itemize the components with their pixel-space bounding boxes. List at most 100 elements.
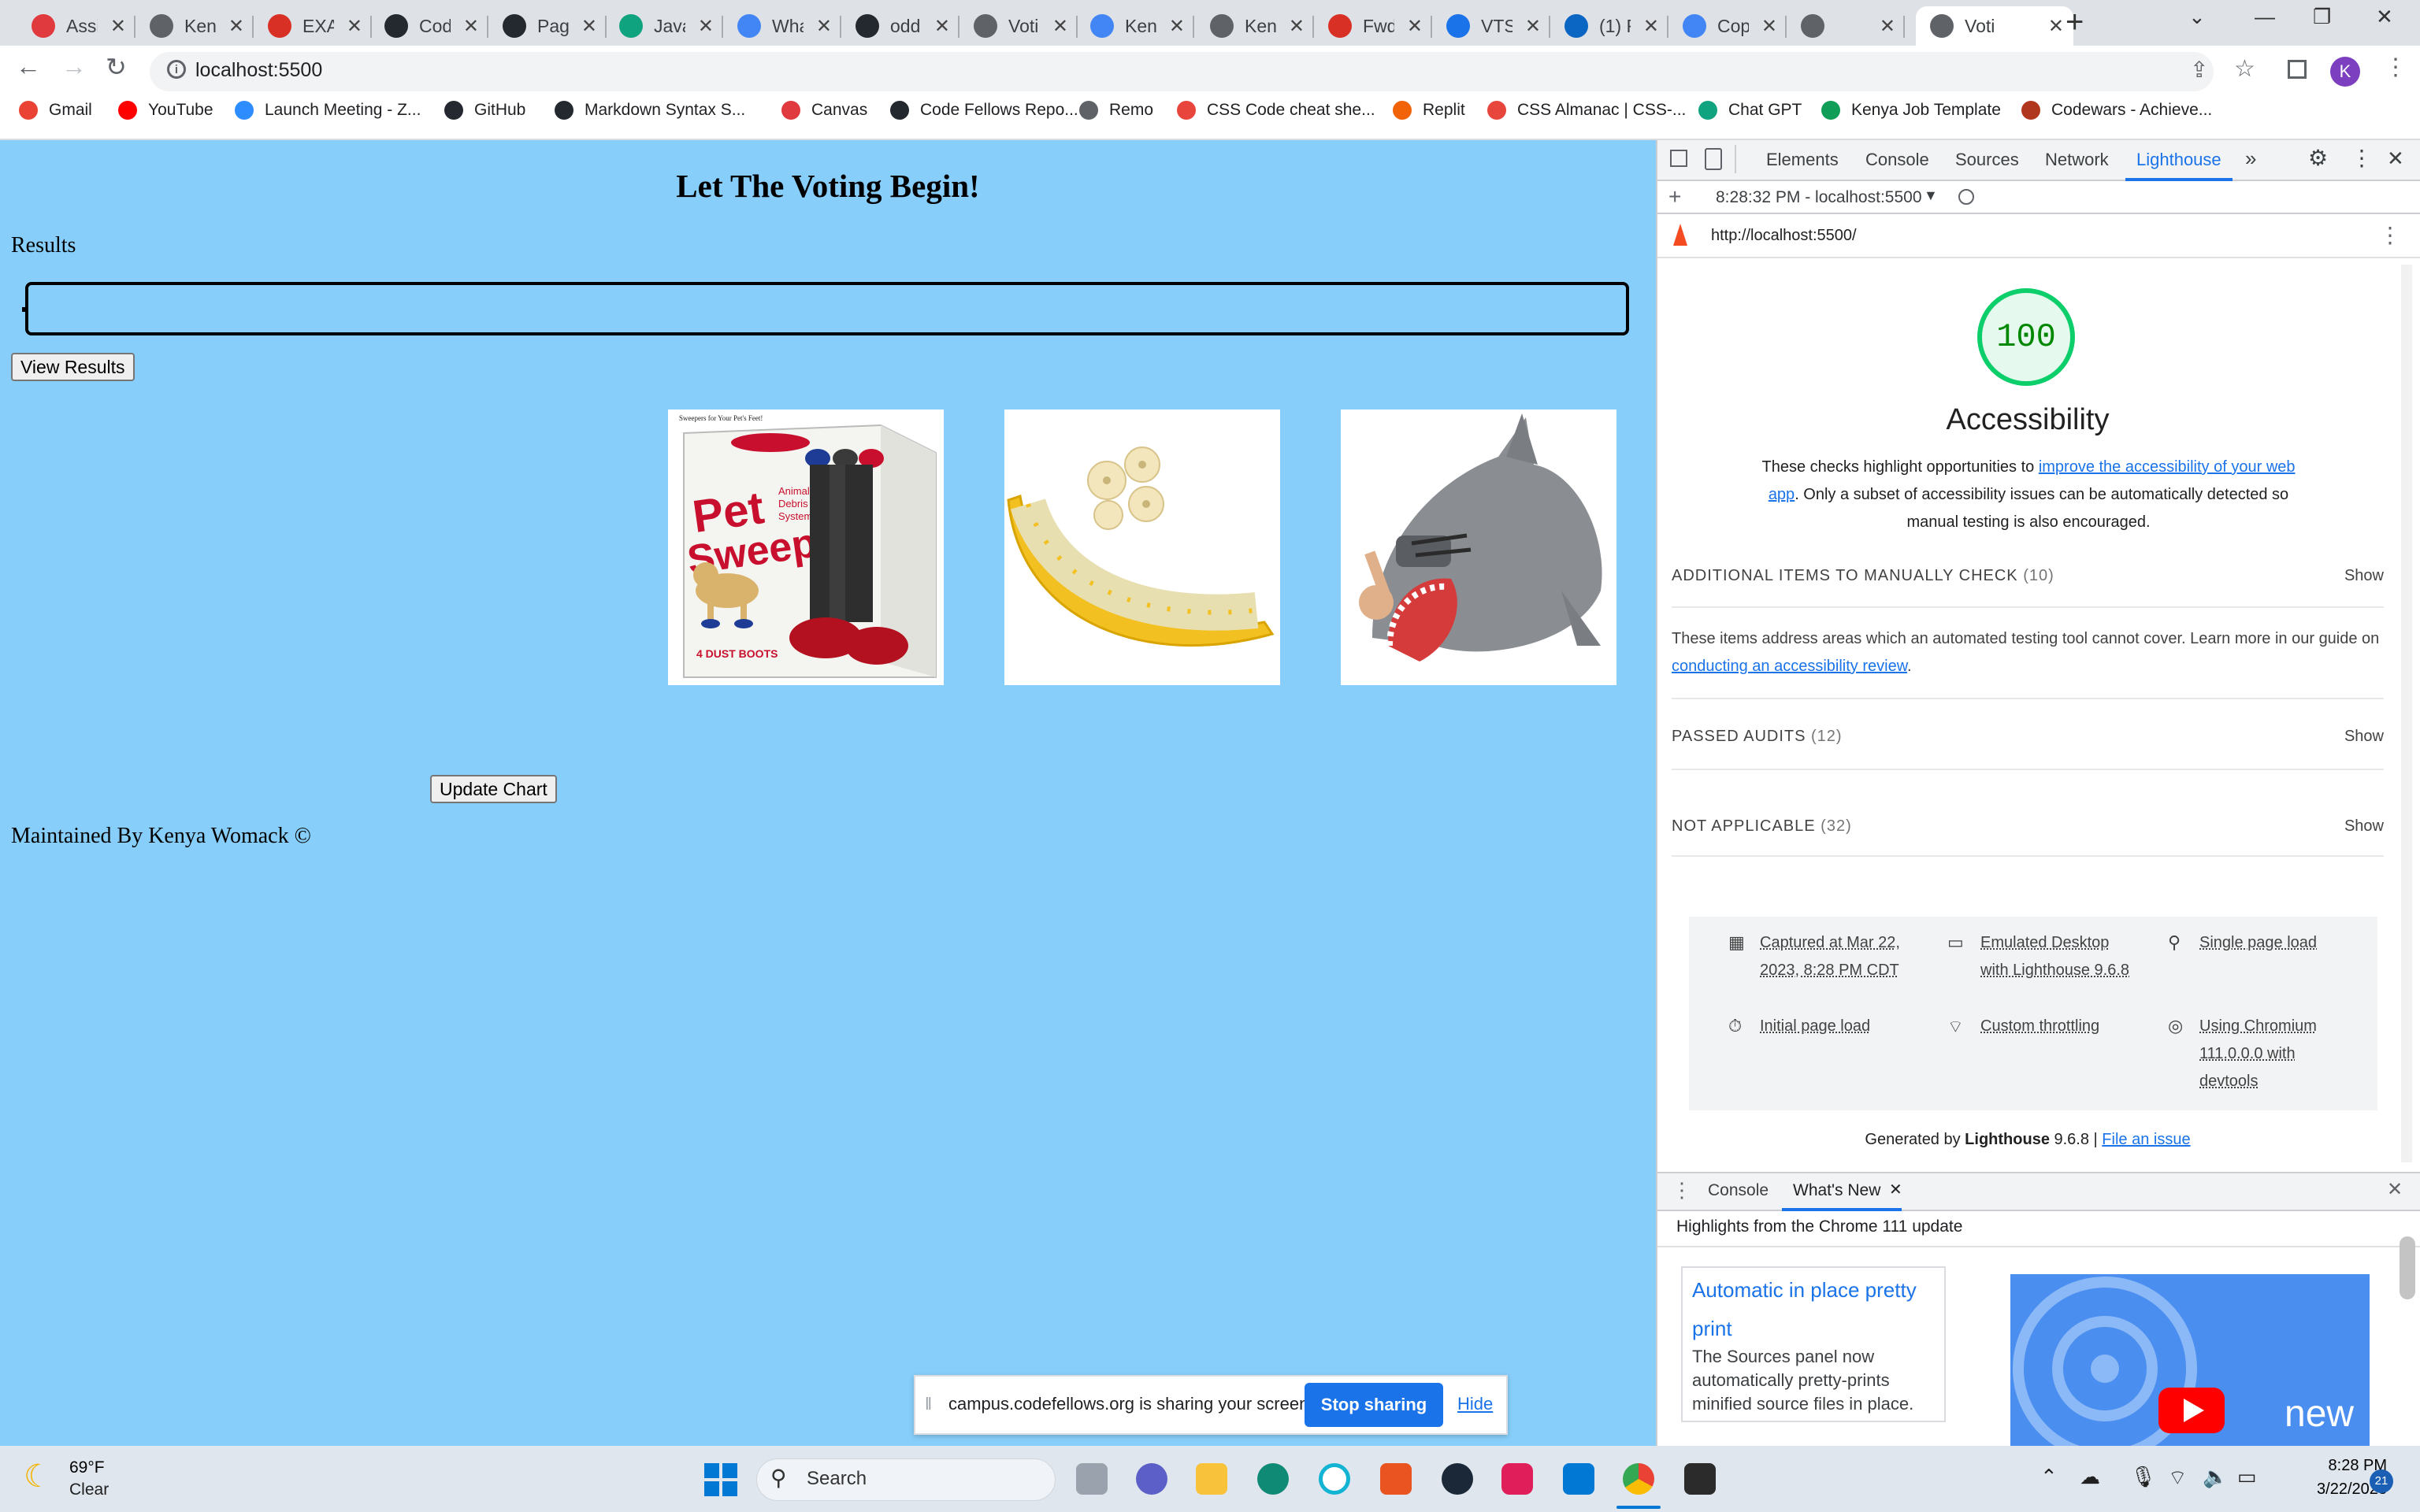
product-image-shark-sleeping-bag[interactable] [1341, 410, 1616, 685]
close-window-button[interactable]: ✕ [2376, 5, 2393, 29]
bookmark-item[interactable]: Canvas [781, 101, 867, 120]
browser-tab[interactable]: Code ✕ [370, 6, 488, 46]
close-drawer-icon[interactable]: ✕ [2387, 1178, 2403, 1201]
edge-icon[interactable] [1257, 1463, 1289, 1495]
bookmark-item[interactable]: Chat GPT [1698, 101, 1802, 120]
browser-tab[interactable]: Voti ✕ [1916, 6, 2073, 46]
back-arrow-icon[interactable]: ← [16, 52, 41, 81]
tab-close-icon[interactable]: ✕ [934, 15, 950, 38]
minimize-button[interactable]: — [2255, 5, 2275, 29]
devtools-tab-sources[interactable]: Sources [1955, 150, 2019, 170]
bookmark-item[interactable]: CSS Code cheat she... [1177, 101, 1375, 120]
tab-close-icon[interactable]: ✕ [1643, 15, 1659, 38]
slack-icon[interactable] [1501, 1463, 1533, 1495]
show-toggle[interactable]: Show [2344, 567, 2384, 585]
tab-close-icon[interactable]: ✕ [698, 15, 714, 38]
browser-tab[interactable]: VTS ✕ [1432, 6, 1550, 46]
chrome-menu-icon[interactable]: ⋮ [2384, 54, 2407, 81]
drawer-menu-icon[interactable]: ⋮ [1672, 1178, 1692, 1203]
browser-tab[interactable]: Cop ✕ [1668, 6, 1787, 46]
profile-avatar[interactable]: K [2330, 57, 2360, 87]
tab-close-icon[interactable]: ✕ [228, 15, 244, 38]
browser-tab[interactable]: (1) F ✕ [1550, 6, 1668, 46]
site-info-icon[interactable]: i [167, 60, 186, 79]
report-selector[interactable]: 8:28:32 PM - localhost:5500 [1716, 188, 1922, 207]
task-view-icon[interactable] [1076, 1463, 1108, 1495]
restore-button[interactable]: ❐ [2313, 5, 2331, 29]
lighthouse-scrollbar[interactable] [2401, 265, 2412, 1162]
browser-tab[interactable]: Assi ✕ [17, 6, 135, 46]
terminal-icon[interactable] [1684, 1463, 1716, 1495]
taskbar-search-box[interactable] [756, 1458, 1056, 1501]
settings-gear-icon[interactable]: ⚙ [2308, 145, 2328, 171]
devtools-menu-icon[interactable]: ⋮ [2351, 145, 2373, 171]
tab-close-icon[interactable]: ✕ [1525, 15, 1541, 38]
devtools-tab-console[interactable]: Console [1865, 150, 1929, 170]
new-report-plus-icon[interactable]: + [1668, 184, 1681, 209]
tab-close-icon[interactable]: ✕ [463, 15, 479, 38]
new-tab-button[interactable]: + [2066, 6, 2084, 38]
chat-icon[interactable] [1136, 1463, 1167, 1495]
bookmark-item[interactable]: Codewars - Achieve... [2021, 101, 2212, 120]
onedrive-icon[interactable]: ☁ [2080, 1465, 2100, 1489]
stop-sharing-button[interactable]: Stop sharing [1305, 1383, 1443, 1427]
tab-close-icon[interactable]: ✕ [1169, 15, 1185, 38]
weather-temperature[interactable]: 69°F [69, 1458, 105, 1477]
reload-icon[interactable]: ↻ [106, 52, 127, 82]
more-tabs-chevron-icon[interactable]: » [2245, 146, 2256, 171]
browser-tab[interactable]: ✕ [1787, 6, 1905, 46]
devtools-tab-network[interactable]: Network [2045, 150, 2109, 170]
tab-close-icon[interactable]: ✕ [2048, 15, 2064, 38]
bookmark-item[interactable]: Launch Meeting - Z... [235, 101, 421, 120]
devtools-tab-elements[interactable]: Elements [1766, 150, 1839, 170]
tab-close-icon[interactable]: ✕ [816, 15, 832, 38]
weather-condition[interactable]: Clear [69, 1480, 109, 1499]
not-applicable-section[interactable]: NOT APPLICABLE (32) Show [1672, 817, 2384, 836]
bookmark-item[interactable]: GitHub [444, 101, 525, 120]
bookmark-item[interactable]: Code Fellows Repo... [890, 101, 1078, 120]
vscode-icon[interactable] [1563, 1463, 1594, 1495]
tab-close-icon[interactable]: ✕ [347, 15, 362, 38]
browser-tab[interactable]: Voti ✕ [959, 6, 1078, 46]
close-devtools-icon[interactable]: ✕ [2387, 146, 2404, 171]
browser-tab[interactable]: Fwd ✕ [1314, 6, 1432, 46]
tab-search-chevron-icon[interactable]: ⌄ [2188, 5, 2206, 29]
clear-reports-icon[interactable] [1958, 189, 1974, 205]
report-selector-caret-icon[interactable]: ▼ [1924, 187, 1938, 204]
product-image-banana-slicer[interactable] [1004, 410, 1280, 685]
file-issue-link[interactable]: File an issue [2102, 1131, 2190, 1148]
accessibility-review-link[interactable]: conducting an accessibility review [1672, 658, 1907, 675]
close-tab-icon[interactable]: ✕ [1889, 1180, 1902, 1199]
bookmark-item[interactable]: Replit [1393, 101, 1465, 120]
tab-close-icon[interactable]: ✕ [1407, 15, 1423, 38]
ubuntu-icon[interactable] [1380, 1463, 1412, 1495]
bookmark-item[interactable]: Kenya Job Template [1821, 101, 2001, 120]
browser-tab[interactable]: Keny ✕ [135, 6, 254, 46]
hide-share-bar-link[interactable]: Hide [1457, 1394, 1493, 1414]
tab-close-icon[interactable]: ✕ [1289, 15, 1305, 38]
whats-new-scrollbar[interactable] [2400, 1236, 2415, 1299]
product-image-pet-sweep[interactable]: Sweepers for Your Pet's Feet! Pet Sweep … [668, 410, 944, 685]
tab-close-icon[interactable]: ✕ [110, 15, 126, 38]
tab-close-icon[interactable]: ✕ [1880, 15, 1895, 38]
browser-tab[interactable]: odd ✕ [841, 6, 959, 46]
browser-tab[interactable]: Page ✕ [488, 6, 607, 46]
wifi-icon[interactable]: ⌔ [2168, 1465, 2187, 1491]
tab-close-icon[interactable]: ✕ [1761, 15, 1777, 38]
cortana-icon[interactable] [1319, 1463, 1350, 1495]
address-bar[interactable] [150, 52, 2214, 91]
bookmark-item[interactable]: Gmail [19, 101, 92, 120]
show-toggle[interactable]: Show [2344, 728, 2384, 746]
bookmark-item[interactable]: YouTube [118, 101, 213, 120]
steam-icon[interactable] [1442, 1463, 1473, 1495]
tray-chevron-icon[interactable]: ⌃ [2040, 1465, 2058, 1489]
microphone-icon[interactable]: 🎙 [2130, 1465, 2156, 1489]
weather-moon-icon[interactable]: ☾ [24, 1458, 52, 1495]
device-toolbar-icon[interactable] [1705, 148, 1722, 170]
passed-audits-section[interactable]: PASSED AUDITS (12) Show [1672, 728, 2384, 746]
tab-close-icon[interactable]: ✕ [581, 15, 597, 38]
drawer-tab-whats-new[interactable]: What's New [1793, 1181, 1880, 1200]
share-icon[interactable]: ⇪ [2190, 57, 2208, 83]
file-explorer-icon[interactable] [1196, 1463, 1227, 1495]
tab-close-icon[interactable]: ✕ [1052, 15, 1068, 38]
